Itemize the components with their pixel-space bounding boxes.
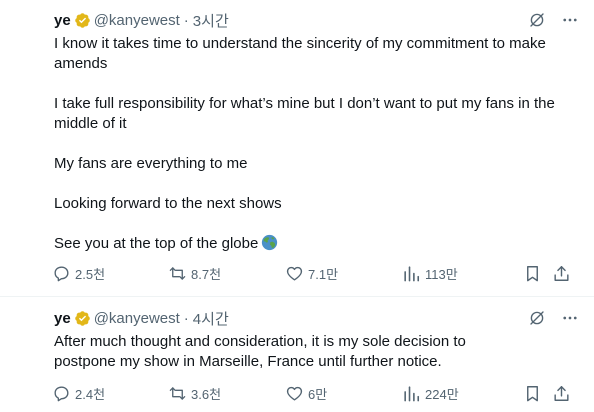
bookmark-icon (527, 386, 538, 402)
reply-count: 2.4천 (75, 387, 106, 402)
globe-emoji-icon (262, 234, 278, 251)
like-button[interactable]: 7.1만 (285, 264, 338, 283)
views-button[interactable]: 224만 (402, 384, 459, 403)
reply-icon (54, 386, 69, 402)
repost-count: 8.7천 (191, 267, 222, 282)
separator-dot: · (183, 309, 189, 327)
like-count: 7.1만 (308, 267, 339, 282)
bookmark-icon (527, 266, 538, 282)
heart-icon (286, 386, 303, 401)
reply-icon (54, 266, 69, 282)
tweet-text: After much thought and consideration, it… (54, 332, 494, 372)
repost-button[interactable]: 8.7천 (168, 264, 221, 283)
tweet-paragraph-text: See you at the top of the globe (54, 235, 259, 252)
repost-icon (169, 387, 186, 400)
bookmark-button[interactable] (523, 264, 542, 283)
tweet-divider (0, 296, 594, 297)
tweet[interactable]: ye @kanyewest · 3시간 I know it takes time… (0, 0, 594, 296)
tweet-paragraph: My fans are everything to me (54, 155, 248, 172)
author-handle[interactable]: @kanyewest (94, 12, 180, 29)
verified-badge-icon (74, 12, 90, 28)
tweet-text: I know it takes time to understand the s… (54, 34, 574, 254)
author-name[interactable]: ye (54, 310, 71, 327)
verified-badge-icon (74, 310, 90, 326)
author-handle[interactable]: @kanyewest (94, 310, 180, 327)
bookmark-button[interactable] (523, 384, 542, 403)
like-button[interactable]: 6만 (285, 384, 327, 403)
repost-button[interactable]: 3.6천 (168, 384, 221, 403)
tweet-paragraph: Looking forward to the next shows (54, 195, 282, 212)
tweet-paragraph: I know it takes time to understand the s… (54, 35, 546, 72)
reply-count: 2.5천 (75, 267, 106, 282)
views-button[interactable]: 113만 (402, 264, 458, 283)
reply-button[interactable]: 2.4천 (52, 384, 105, 403)
repost-icon (169, 267, 186, 280)
tweet-timestamp[interactable]: 3시간 (193, 10, 229, 31)
heart-icon (286, 266, 303, 281)
more-icon[interactable] (560, 11, 580, 29)
tweet-paragraph: After much thought and consideration, it… (54, 333, 466, 370)
views-count: 224만 (425, 387, 459, 402)
separator-dot: · (183, 11, 189, 29)
repost-count: 3.6천 (191, 387, 222, 402)
tweet[interactable]: ye @kanyewest · 4시간 After much thought a… (0, 298, 594, 412)
reply-button[interactable]: 2.5천 (52, 264, 105, 283)
tweet-header: ye @kanyewest · 4시간 (54, 308, 229, 328)
views-icon (404, 266, 420, 282)
like-count: 6만 (308, 387, 328, 402)
more-icon[interactable] (560, 309, 580, 327)
author-name[interactable]: ye (54, 12, 71, 29)
grok-icon[interactable] (528, 309, 546, 327)
tweet-paragraph: I take full responsibility for what’s mi… (54, 95, 555, 132)
tweet-actions: 2.5천 8.7천 7.1만 113만 (52, 264, 572, 284)
tweet-timestamp[interactable]: 4시간 (193, 308, 229, 329)
tweet-paragraph-last: See you at the top of the globe (54, 234, 574, 254)
grok-icon[interactable] (528, 11, 546, 29)
views-count: 113만 (425, 267, 458, 282)
share-icon (554, 386, 569, 401)
tweet-actions: 2.4천 3.6천 6만 224만 (52, 384, 572, 404)
share-button[interactable] (552, 384, 571, 403)
share-button[interactable] (552, 264, 571, 283)
tweet-header: ye @kanyewest · 3시간 (54, 10, 229, 30)
views-icon (404, 386, 420, 402)
share-icon (554, 266, 569, 281)
